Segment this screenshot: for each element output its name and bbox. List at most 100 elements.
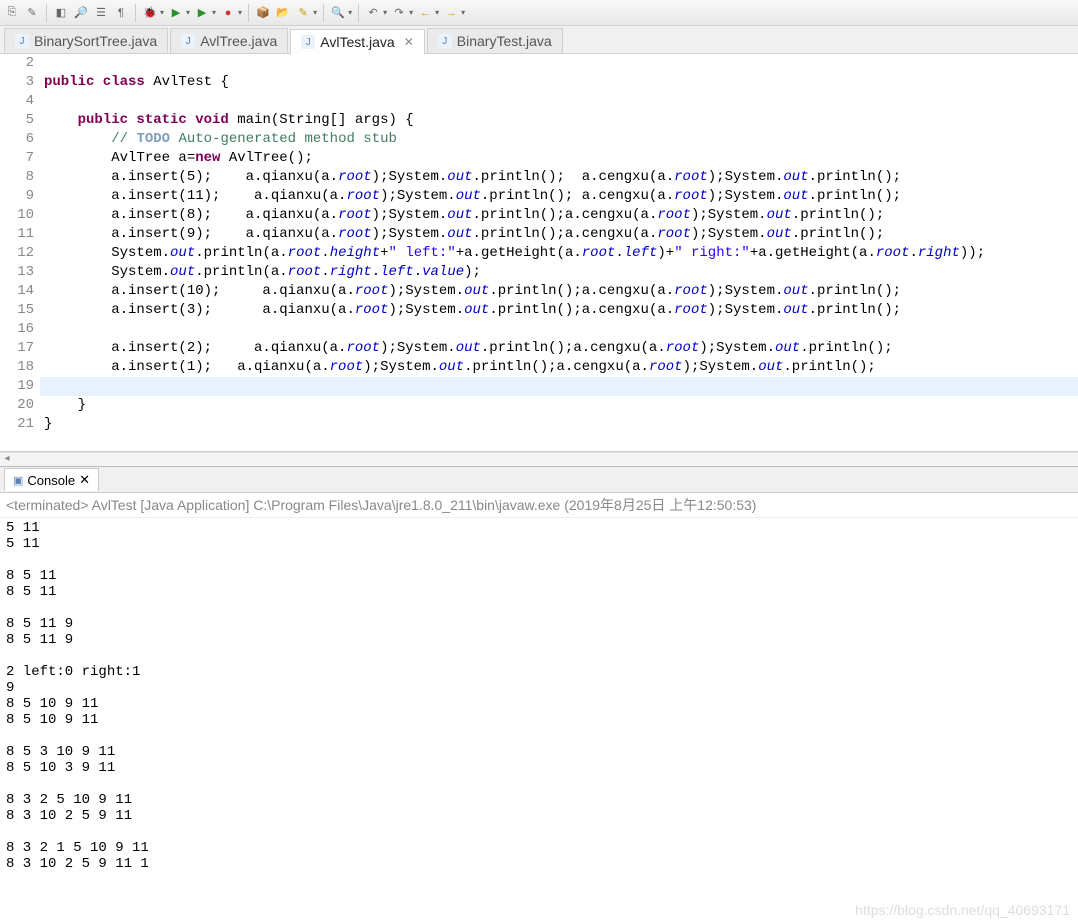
code-line[interactable] [40,320,1078,339]
toolbar-icon[interactable]: ¶ [113,5,129,21]
toolbar-separator [248,4,249,22]
console-tab[interactable]: ▣ Console ✕ [4,468,99,491]
watermark: https://blog.csdn.net/qq_40693171 [855,902,1070,918]
java-file-icon: J [438,34,452,48]
code-line[interactable] [40,377,1078,396]
editor-tab[interactable]: J AvlTest.java ✕ [290,29,425,54]
console-output[interactable]: 5 11 5 11 8 5 11 8 5 11 8 5 11 9 8 5 11 … [0,518,1078,922]
toolbar-icon[interactable]: ✎ [24,5,40,21]
toolbar-separator [323,4,324,22]
code-line[interactable]: a.insert(10); a.qianxu(a.root);System.ou… [40,282,1078,301]
code-line[interactable]: a.insert(5); a.qianxu(a.root);System.out… [40,168,1078,187]
toolbar-separator [135,4,136,22]
close-icon[interactable]: ✕ [404,35,414,49]
code-line[interactable]: // TODO Auto-generated method stub [40,130,1078,149]
editor-area: 23456789101112131415161718192021 public … [0,54,1078,452]
java-file-icon: J [301,35,315,49]
package-icon[interactable]: 📦 [255,5,271,21]
line-number: 10 [0,206,34,225]
line-number: 6 [0,130,34,149]
line-number: 11 [0,225,34,244]
search-icon[interactable]: 🔍 [330,5,346,21]
console-header: <terminated> AvlTest [Java Application] … [0,493,1078,518]
dropdown-arrow[interactable]: ▾ [461,8,465,17]
dropdown-arrow[interactable]: ▾ [238,8,242,17]
dropdown-arrow[interactable]: ▾ [212,8,216,17]
code-line[interactable]: public static void main(String[] args) { [40,111,1078,130]
tab-label: AvlTree.java [200,33,277,49]
code-line[interactable]: AvlTree a=new AvlTree(); [40,149,1078,168]
line-number: 3 [0,73,34,92]
toolbar-icon[interactable]: ◧ [53,5,69,21]
code-line[interactable] [40,92,1078,111]
horizontal-scrollbar[interactable]: ◂ [0,452,1078,466]
code-line[interactable]: a.insert(3); a.qianxu(a.root);System.out… [40,301,1078,320]
tab-label: AvlTest.java [320,34,394,50]
forward-icon[interactable]: → [443,5,459,21]
toolbar-separator [358,4,359,22]
dropdown-arrow[interactable]: ▾ [348,8,352,17]
code-line[interactable] [40,54,1078,73]
line-gutter: 23456789101112131415161718192021 [0,54,40,451]
line-number: 19 [0,377,34,396]
line-number: 4 [0,92,34,111]
java-file-icon: J [181,34,195,48]
line-number: 5 [0,111,34,130]
debug-icon[interactable]: 🐞 [142,5,158,21]
line-number: 21 [0,415,34,434]
dropdown-arrow[interactable]: ▾ [435,8,439,17]
scroll-left-icon[interactable]: ◂ [0,453,14,466]
line-number: 12 [0,244,34,263]
code-line[interactable]: System.out.println(a.root.height+" left:… [40,244,1078,263]
run-config-icon[interactable]: ▶ [194,5,210,21]
line-number: 17 [0,339,34,358]
toolbar-icon[interactable]: ☰ [93,5,109,21]
line-number: 7 [0,149,34,168]
code-line[interactable]: public class AvlTest { [40,73,1078,92]
editor-tab[interactable]: J AvlTree.java [170,28,288,53]
java-file-icon: J [15,34,29,48]
toolbar-icon[interactable]: ⎘ [4,5,20,21]
run-icon[interactable]: ▶ [168,5,184,21]
code-line[interactable]: a.insert(9); a.qianxu(a.root);System.out… [40,225,1078,244]
code-line[interactable]: } [40,396,1078,415]
stop-icon[interactable]: ● [220,5,236,21]
code-editor[interactable]: public class AvlTest { public static voi… [40,54,1078,451]
toolbar-icon[interactable]: 🔎 [73,5,89,21]
line-number: 2 [0,54,34,73]
line-number: 15 [0,301,34,320]
main-toolbar: ⎘ ✎ ◧ 🔎 ☰ ¶ 🐞▾ ▶▾ ▶▾ ●▾ 📦 📂 ✎▾ 🔍▾ ↶▾ ↷▾ … [0,0,1078,26]
code-line[interactable]: a.insert(11); a.qianxu(a.root);System.ou… [40,187,1078,206]
line-number: 20 [0,396,34,415]
folder-icon[interactable]: 📂 [275,5,291,21]
line-number: 13 [0,263,34,282]
console-tab-label: Console [27,473,75,488]
line-number: 8 [0,168,34,187]
console-tabs: ▣ Console ✕ [0,467,1078,493]
code-line[interactable]: a.insert(1); a.qianxu(a.root);System.out… [40,358,1078,377]
dropdown-arrow[interactable]: ▾ [186,8,190,17]
nav-prev-icon[interactable]: ↶ [365,5,381,21]
line-number: 18 [0,358,34,377]
wrench-icon[interactable]: ✎ [295,5,311,21]
line-number: 9 [0,187,34,206]
tab-label: BinarySortTree.java [34,33,157,49]
editor-tabs: J BinarySortTree.java J AvlTree.java J AvlTes… [0,26,1078,54]
nav-next-icon[interactable]: ↷ [391,5,407,21]
code-line[interactable]: } [40,415,1078,434]
toolbar-separator [46,4,47,22]
editor-tab[interactable]: JBinaryTest.java [427,28,563,53]
code-line[interactable]: a.insert(2); a.qianxu(a.root);System.out… [40,339,1078,358]
code-line[interactable]: System.out.println(a.root.right.left.val… [40,263,1078,282]
dropdown-arrow[interactable]: ▾ [383,8,387,17]
console-panel: ▣ Console ✕ <terminated> AvlTest [Java A… [0,466,1078,922]
dropdown-arrow[interactable]: ▾ [160,8,164,17]
line-number: 16 [0,320,34,339]
close-icon[interactable]: ✕ [79,472,90,488]
editor-tab[interactable]: J BinarySortTree.java [4,28,168,53]
dropdown-arrow[interactable]: ▾ [313,8,317,17]
back-icon[interactable]: ← [417,5,433,21]
line-number: 14 [0,282,34,301]
code-line[interactable]: a.insert(8); a.qianxu(a.root);System.out… [40,206,1078,225]
dropdown-arrow[interactable]: ▾ [409,8,413,17]
